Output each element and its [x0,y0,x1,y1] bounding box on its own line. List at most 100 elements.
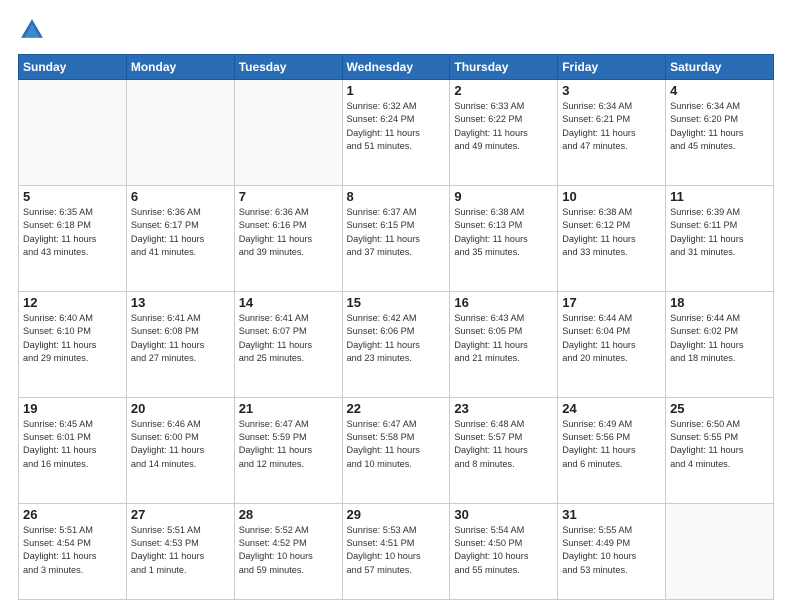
calendar-cell: 1 Sunrise: 6:32 AM Sunset: 6:24 PM Daylig… [342,80,450,186]
day-info: Sunrise: 5:53 AM Sunset: 4:51 PM Dayligh… [347,524,446,577]
day-info: Sunrise: 6:44 AM Sunset: 6:02 PM Dayligh… [670,312,769,365]
calendar-week-1: 1 Sunrise: 6:32 AM Sunset: 6:24 PM Daylig… [19,80,774,186]
day-number: 20 [131,401,230,416]
calendar-cell: 24 Sunrise: 6:49 AM Sunset: 5:56 PM Dayli… [558,397,666,503]
day-number: 6 [131,189,230,204]
day-info: Sunrise: 6:43 AM Sunset: 6:05 PM Dayligh… [454,312,553,365]
day-info: Sunrise: 6:32 AM Sunset: 6:24 PM Dayligh… [347,100,446,153]
calendar-cell [126,80,234,186]
day-number: 31 [562,507,661,522]
day-info: Sunrise: 6:41 AM Sunset: 6:07 PM Dayligh… [239,312,338,365]
calendar-cell: 23 Sunrise: 6:48 AM Sunset: 5:57 PM Dayli… [450,397,558,503]
header [18,16,774,44]
calendar-cell: 20 Sunrise: 6:46 AM Sunset: 6:00 PM Dayli… [126,397,234,503]
calendar-cell: 7Sunrise: 6:36 AM Sunset: 6:16 PM Daylig… [234,185,342,291]
day-number: 10 [562,189,661,204]
calendar-header-row: SundayMondayTuesdayWednesdayThursdayFrid… [19,55,774,80]
day-info: Sunrise: 6:44 AM Sunset: 6:04 PM Dayligh… [562,312,661,365]
calendar-header-wednesday: Wednesday [342,55,450,80]
day-info: Sunrise: 6:46 AM Sunset: 6:00 PM Dayligh… [131,418,230,471]
calendar-cell: 21 Sunrise: 6:47 AM Sunset: 5:59 PM Dayli… [234,397,342,503]
day-info: Sunrise: 6:47 AM Sunset: 5:58 PM Dayligh… [347,418,446,471]
day-number: 14 [239,295,338,310]
calendar-cell: 9 Sunrise: 6:38 AM Sunset: 6:13 PM Daylig… [450,185,558,291]
day-info: Sunrise: 6:50 AM Sunset: 5:55 PM Dayligh… [670,418,769,471]
day-info: Sunrise: 6:38 AM Sunset: 6:12 PM Dayligh… [562,206,661,259]
calendar-header-tuesday: Tuesday [234,55,342,80]
day-info: Sunrise: 6:41 AM Sunset: 6:08 PM Dayligh… [131,312,230,365]
calendar-cell: 18Sunrise: 6:44 AM Sunset: 6:02 PM Dayli… [666,291,774,397]
calendar-cell: 5 Sunrise: 6:35 AM Sunset: 6:18 PM Daylig… [19,185,127,291]
calendar-header-monday: Monday [126,55,234,80]
day-info: Sunrise: 6:35 AM Sunset: 6:18 PM Dayligh… [23,206,122,259]
calendar-cell: 30 Sunrise: 5:54 AM Sunset: 4:50 PM Dayli… [450,503,558,599]
calendar-cell: 14 Sunrise: 6:41 AM Sunset: 6:07 PM Dayli… [234,291,342,397]
day-number: 12 [23,295,122,310]
day-info: Sunrise: 5:51 AM Sunset: 4:53 PM Dayligh… [131,524,230,577]
day-info: Sunrise: 6:33 AM Sunset: 6:22 PM Dayligh… [454,100,553,153]
calendar-header-sunday: Sunday [19,55,127,80]
calendar-cell [234,80,342,186]
day-number: 13 [131,295,230,310]
day-info: Sunrise: 6:36 AM Sunset: 6:17 PM Dayligh… [131,206,230,259]
day-info: Sunrise: 6:37 AM Sunset: 6:15 PM Dayligh… [347,206,446,259]
calendar-cell: 3Sunrise: 6:34 AM Sunset: 6:21 PM Daylig… [558,80,666,186]
calendar-cell: 26 Sunrise: 5:51 AM Sunset: 4:54 PM Dayli… [19,503,127,599]
calendar-header-thursday: Thursday [450,55,558,80]
calendar-cell [666,503,774,599]
calendar-cell: 28 Sunrise: 5:52 AM Sunset: 4:52 PM Dayli… [234,503,342,599]
day-number: 8 [347,189,446,204]
calendar-cell: 16Sunrise: 6:43 AM Sunset: 6:05 PM Dayli… [450,291,558,397]
calendar-cell: 10 Sunrise: 6:38 AM Sunset: 6:12 PM Dayli… [558,185,666,291]
day-number: 9 [454,189,553,204]
day-number: 22 [347,401,446,416]
logo [18,16,50,44]
day-info: Sunrise: 5:51 AM Sunset: 4:54 PM Dayligh… [23,524,122,577]
calendar-cell: 11 Sunrise: 6:39 AM Sunset: 6:11 PM Dayli… [666,185,774,291]
calendar-cell: 12 Sunrise: 6:40 AM Sunset: 6:10 PM Dayli… [19,291,127,397]
day-number: 17 [562,295,661,310]
day-number: 25 [670,401,769,416]
day-info: Sunrise: 5:52 AM Sunset: 4:52 PM Dayligh… [239,524,338,577]
calendar-week-4: 19 Sunrise: 6:45 AM Sunset: 6:01 PM Dayli… [19,397,774,503]
day-info: Sunrise: 6:42 AM Sunset: 6:06 PM Dayligh… [347,312,446,365]
logo-icon [18,16,46,44]
day-number: 7 [239,189,338,204]
day-number: 29 [347,507,446,522]
calendar-cell: 6 Sunrise: 6:36 AM Sunset: 6:17 PM Daylig… [126,185,234,291]
page: SundayMondayTuesdayWednesdayThursdayFrid… [0,0,792,612]
calendar-table: SundayMondayTuesdayWednesdayThursdayFrid… [18,54,774,600]
day-number: 2 [454,83,553,98]
day-info: Sunrise: 5:55 AM Sunset: 4:49 PM Dayligh… [562,524,661,577]
day-info: Sunrise: 6:39 AM Sunset: 6:11 PM Dayligh… [670,206,769,259]
day-number: 3 [562,83,661,98]
day-number: 26 [23,507,122,522]
calendar-cell: 8 Sunrise: 6:37 AM Sunset: 6:15 PM Daylig… [342,185,450,291]
day-number: 19 [23,401,122,416]
day-info: Sunrise: 6:40 AM Sunset: 6:10 PM Dayligh… [23,312,122,365]
day-info: Sunrise: 5:54 AM Sunset: 4:50 PM Dayligh… [454,524,553,577]
calendar-cell: 25 Sunrise: 6:50 AM Sunset: 5:55 PM Dayli… [666,397,774,503]
calendar-header-saturday: Saturday [666,55,774,80]
day-number: 21 [239,401,338,416]
calendar-header-friday: Friday [558,55,666,80]
day-number: 24 [562,401,661,416]
day-info: Sunrise: 6:45 AM Sunset: 6:01 PM Dayligh… [23,418,122,471]
day-number: 5 [23,189,122,204]
day-number: 30 [454,507,553,522]
day-info: Sunrise: 6:49 AM Sunset: 5:56 PM Dayligh… [562,418,661,471]
day-number: 11 [670,189,769,204]
calendar-cell: 15Sunrise: 6:42 AM Sunset: 6:06 PM Dayli… [342,291,450,397]
day-info: Sunrise: 6:48 AM Sunset: 5:57 PM Dayligh… [454,418,553,471]
calendar-cell: 4Sunrise: 6:34 AM Sunset: 6:20 PM Daylig… [666,80,774,186]
day-number: 28 [239,507,338,522]
day-info: Sunrise: 6:47 AM Sunset: 5:59 PM Dayligh… [239,418,338,471]
calendar-cell: 2 Sunrise: 6:33 AM Sunset: 6:22 PM Daylig… [450,80,558,186]
day-info: Sunrise: 6:38 AM Sunset: 6:13 PM Dayligh… [454,206,553,259]
calendar-cell: 13 Sunrise: 6:41 AM Sunset: 6:08 PM Dayli… [126,291,234,397]
day-info: Sunrise: 6:34 AM Sunset: 6:20 PM Dayligh… [670,100,769,153]
day-number: 23 [454,401,553,416]
day-number: 1 [347,83,446,98]
calendar-cell: 27Sunrise: 5:51 AM Sunset: 4:53 PM Dayli… [126,503,234,599]
calendar-cell: 22 Sunrise: 6:47 AM Sunset: 5:58 PM Dayli… [342,397,450,503]
